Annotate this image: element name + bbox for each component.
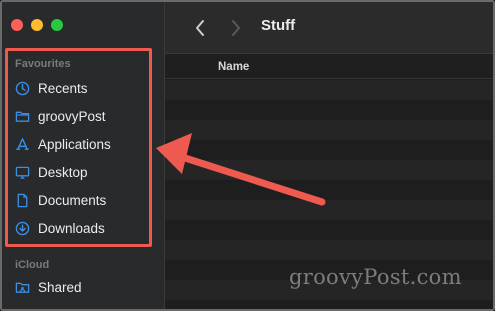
sidebar-item-label: Desktop [38, 164, 88, 180]
icloud-header: iCloud [15, 259, 50, 271]
sidebar-item-desktop[interactable]: Desktop [15, 161, 88, 183]
list-row [165, 80, 493, 100]
list-row [165, 300, 493, 309]
finder-window: Favourites Recents groovyPost Applicatio… [0, 0, 495, 311]
sidebar-item-recents[interactable]: Recents [15, 77, 88, 99]
favourites-header: Favourites [15, 58, 71, 70]
list-row [165, 160, 493, 180]
close-button[interactable] [11, 19, 23, 31]
sidebar-item-label: groovyPost [38, 108, 106, 124]
sidebar-item-groovypost[interactable]: groovyPost [15, 105, 106, 127]
sidebar-item-label: Shared [38, 279, 82, 295]
sidebar-item-label: Recents [38, 80, 88, 96]
sidebar-item-applications[interactable]: Applications [15, 133, 111, 155]
zoom-button[interactable] [51, 19, 63, 31]
list-row [165, 180, 493, 200]
forward-button[interactable] [225, 16, 247, 40]
column-header-name[interactable]: Name [218, 61, 249, 73]
toolbar: Stuff [165, 2, 493, 54]
column-header: Name [165, 55, 493, 79]
sidebar: Favourites Recents groovyPost Applicatio… [2, 2, 165, 309]
list-row [165, 100, 493, 120]
chevron-right-icon [232, 20, 240, 36]
main-pane: Stuff Name [165, 2, 493, 309]
document-icon [17, 193, 28, 207]
back-button[interactable] [189, 16, 211, 40]
clock-icon [15, 81, 30, 95]
applications-icon [16, 137, 29, 150]
minimize-button[interactable] [31, 19, 43, 31]
sidebar-item-shared[interactable]: Shared [15, 276, 82, 298]
sidebar-item-downloads[interactable]: Downloads [15, 217, 105, 239]
list-row [165, 120, 493, 140]
folder-icon [15, 111, 30, 122]
sidebar-item-label: Downloads [38, 220, 105, 236]
sidebar-item-documents[interactable]: Documents [15, 189, 106, 211]
chevron-left-icon [196, 20, 204, 36]
list-row [165, 200, 493, 220]
download-icon [15, 221, 30, 235]
window-title: Stuff [261, 17, 296, 34]
shared-folder-icon [15, 282, 30, 293]
list-row [165, 140, 493, 160]
desktop-icon [15, 166, 30, 179]
sidebar-item-label: Applications [38, 136, 111, 152]
watermark: groovyPost.com [289, 265, 462, 289]
sidebar-item-label: Documents [38, 192, 107, 208]
list-row [165, 240, 493, 260]
window-controls [11, 19, 63, 31]
list-row [165, 220, 493, 240]
